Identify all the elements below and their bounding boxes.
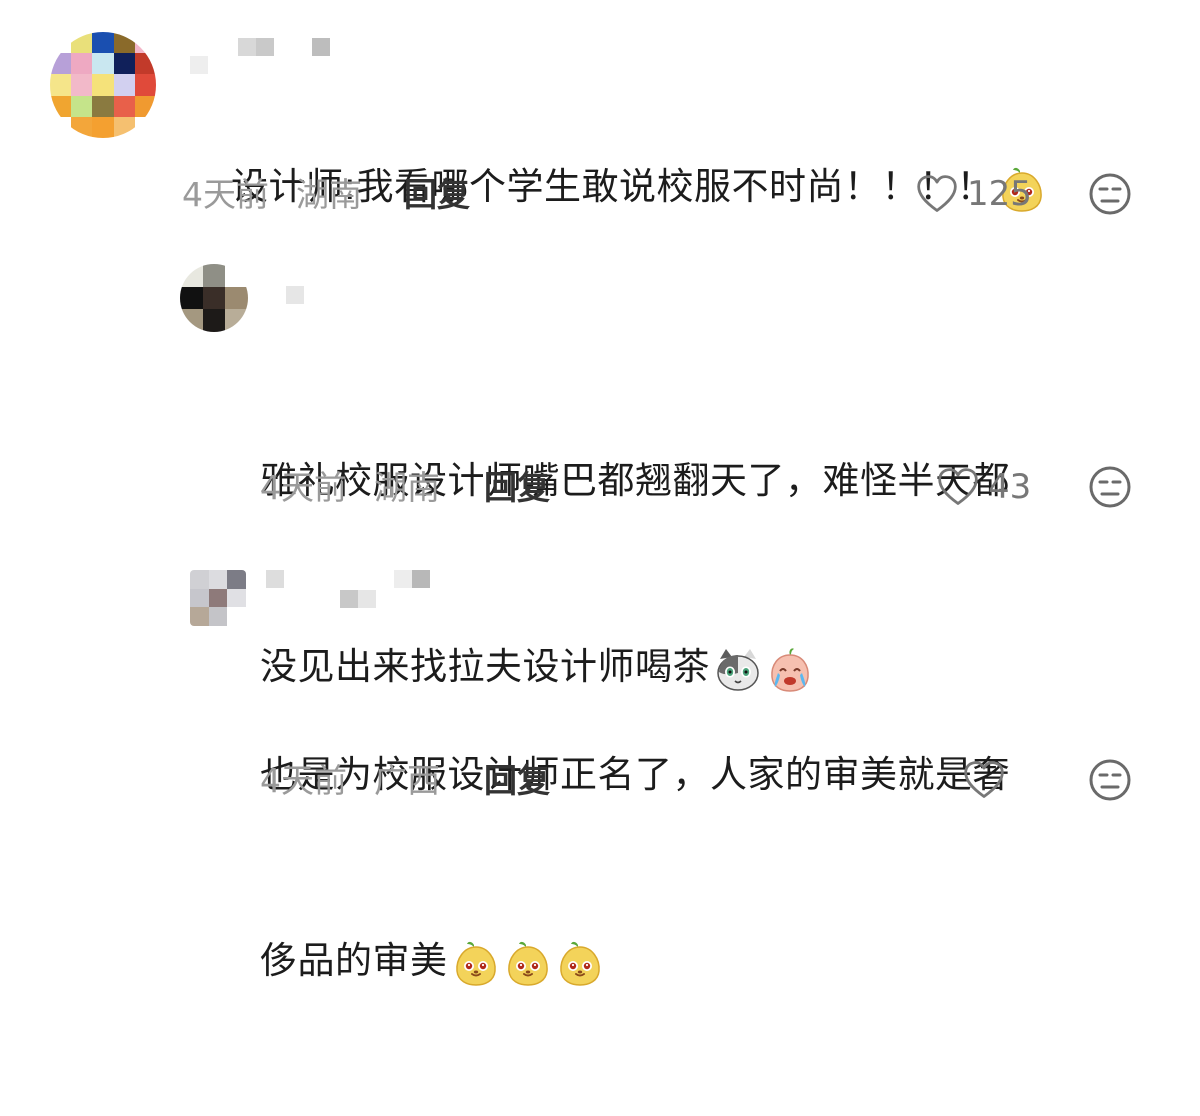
avatar[interactable] (180, 264, 248, 332)
like-button[interactable]: 125 (915, 172, 1032, 216)
dislike-icon[interactable] (1086, 756, 1134, 804)
comment-time: 4天前 (260, 761, 347, 800)
reply-button[interactable]: 回复 (484, 761, 550, 801)
mango-face-emoji (452, 939, 500, 987)
mango-face-emoji (556, 939, 604, 987)
reply-button[interactable]: 回复 (484, 468, 550, 508)
comment-text: 也是为校服设计师正名了，人家的审美就是奢 侈品的审美 (260, 620, 1010, 1116)
comment-location: 湖南 (296, 175, 362, 214)
comment-time: 4天前 (260, 468, 347, 507)
comment-location: 广西 (374, 761, 440, 800)
dislike-icon[interactable] (1086, 463, 1134, 511)
like-count: 43 (988, 467, 1032, 507)
like-button[interactable] (962, 758, 1014, 802)
like-button[interactable]: 43 (936, 465, 1031, 509)
avatar[interactable] (190, 570, 246, 626)
like-count: 125 (967, 174, 1032, 214)
comment-time: 4天前 (182, 175, 269, 214)
heart-icon (936, 465, 980, 509)
username-masked[interactable] (190, 38, 330, 74)
reply-button[interactable]: 回复 (404, 175, 470, 215)
heart-icon (962, 758, 1006, 802)
username-masked[interactable] (286, 286, 304, 304)
heart-icon (915, 172, 959, 216)
username-masked[interactable] (266, 570, 430, 608)
dislike-icon[interactable] (1086, 170, 1134, 218)
comment-location: 湖南 (374, 468, 440, 507)
avatar[interactable] (50, 32, 156, 138)
mango-face-emoji (504, 939, 552, 987)
